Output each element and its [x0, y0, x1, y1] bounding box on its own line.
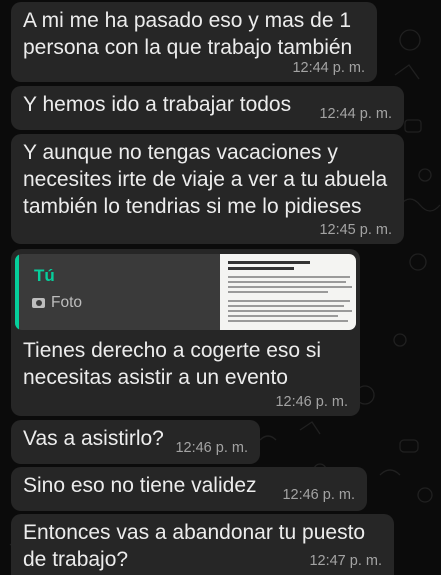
message-timestamp: 12:44 p. m.	[319, 106, 392, 122]
message-bubble[interactable]: Y hemos ido a trabajar todos 12:44 p. m.	[11, 86, 404, 130]
message-bubble[interactable]: Vas a asistirlo? 12:46 p. m.	[11, 420, 260, 464]
photo-thumbnail[interactable]	[220, 254, 356, 330]
quoted-media-label: Foto	[51, 294, 83, 311]
message-text: Y aunque no tengas vacaciones y necesite…	[23, 141, 388, 218]
message-timestamp: 12:46 p. m.	[275, 394, 348, 410]
reply-message-bubble[interactable]: Tú Foto Tienes derecho a cogerte eso si …	[11, 249, 360, 416]
quoted-media-type: Foto	[32, 289, 82, 316]
message-text: Tienes derecho a cogerte eso si necesita…	[23, 339, 322, 389]
message-timestamp: 12:46 p. m.	[175, 440, 248, 456]
message-bubble[interactable]: Y aunque no tengas vacaciones y necesite…	[11, 134, 404, 244]
message-text: A mi me ha pasado eso y mas de 1 persona…	[23, 9, 353, 59]
message-timestamp: 12:45 p. m.	[319, 222, 392, 238]
quote-accent-bar	[15, 254, 19, 330]
message-bubble[interactable]: Sino eso no tiene validez 12:46 p. m.	[11, 467, 367, 511]
quoted-message[interactable]: Tú Foto	[15, 254, 356, 330]
message-timestamp: 12:47 p. m.	[309, 553, 382, 569]
quoted-author: Tú	[34, 266, 55, 285]
message-bubble[interactable]: A mi me ha pasado eso y mas de 1 persona…	[11, 2, 377, 82]
message-bubble[interactable]: Entonces vas a abandonar tu puesto de tr…	[11, 514, 394, 575]
message-timestamp: 12:44 p. m.	[292, 60, 365, 76]
message-timestamp: 12:46 p. m.	[282, 487, 355, 503]
camera-icon	[32, 297, 45, 308]
